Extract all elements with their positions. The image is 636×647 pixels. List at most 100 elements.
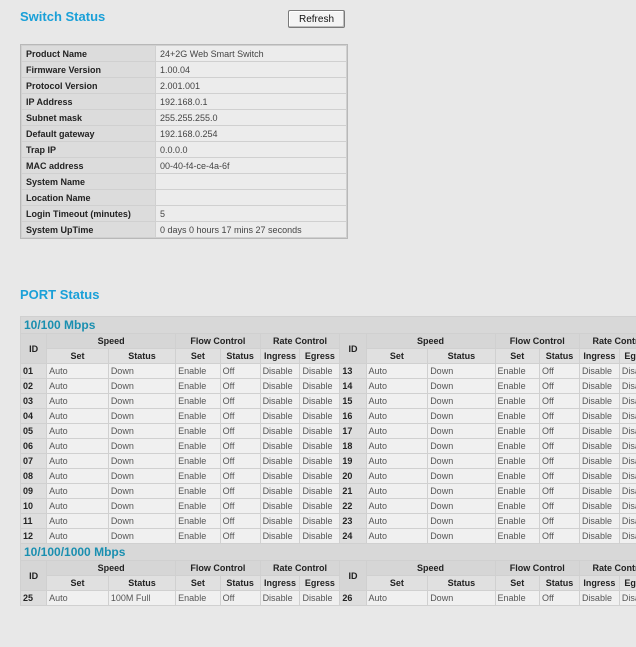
- flow-set-cell: Enable: [495, 591, 540, 605]
- port-id: 07: [21, 454, 47, 468]
- speed-set-cell: Auto: [366, 499, 428, 513]
- flow-status-cell: Off: [540, 409, 579, 423]
- speed-status-cell: Down: [428, 424, 495, 438]
- speed-set-cell: Auto: [47, 591, 108, 605]
- info-row: MAC address 00-40-f4-ce-4a-6f: [22, 158, 346, 173]
- ingress-cell: Disable: [579, 499, 619, 513]
- port-id: 08: [21, 469, 47, 483]
- column-header-row: Set Status Set Status Ingress Egress Set Status…: [21, 349, 636, 363]
- port-status-panel: 10/100 Mbps ID Speed Flow Control Rate Contr…: [20, 316, 636, 606]
- info-value: 0.0.0.0: [156, 142, 346, 157]
- port-id: 15: [340, 394, 366, 408]
- info-label: Subnet mask: [22, 110, 155, 125]
- flow-set-header: Set: [495, 576, 540, 590]
- speed-status-cell: Down: [108, 379, 176, 393]
- info-row: Login Timeout (minutes) 5: [22, 206, 346, 221]
- info-row: Subnet mask 255.255.255.0: [22, 110, 346, 125]
- port-id: 02: [21, 379, 47, 393]
- flow-status-cell: Off: [540, 439, 579, 453]
- speed-set-header: Set: [47, 349, 108, 363]
- speed-header: Speed: [366, 334, 495, 348]
- speed-status-cell: Down: [108, 394, 176, 408]
- speed-status-header: Status: [108, 576, 176, 590]
- egress-cell: Disable: [619, 439, 636, 453]
- speed-set-cell: Auto: [366, 394, 428, 408]
- ingress-header: Ingress: [579, 349, 619, 363]
- flow-status-cell: Off: [220, 394, 260, 408]
- info-row: Product Name 24+2G Web Smart Switch: [22, 46, 346, 61]
- egress-cell: Disable: [619, 424, 636, 438]
- section-header-row: 10/100 Mbps: [21, 317, 636, 333]
- speed-set-cell: Auto: [366, 424, 428, 438]
- ingress-cell: Disable: [260, 439, 300, 453]
- ingress-cell: Disable: [260, 364, 300, 378]
- speed-header: Speed: [366, 561, 495, 575]
- speed-status-cell: Down: [428, 379, 495, 393]
- ingress-header: Ingress: [260, 349, 300, 363]
- flow-status-cell: Off: [220, 379, 260, 393]
- speed-status-cell: Down: [428, 499, 495, 513]
- port-id: 23: [340, 514, 366, 528]
- info-value: 192.168.0.254: [156, 126, 346, 141]
- speed-set-cell: Auto: [366, 379, 428, 393]
- flow-set-cell: Enable: [176, 454, 220, 468]
- speed-status-cell: Down: [428, 454, 495, 468]
- info-label: Default gateway: [22, 126, 155, 141]
- port-id: 14: [340, 379, 366, 393]
- egress-header: Egress: [300, 576, 340, 590]
- info-row: Firmware Version 1.00.04: [22, 62, 346, 77]
- info-row: Protocol Version 2.001.001: [22, 78, 346, 93]
- egress-cell: Disable: [300, 454, 340, 468]
- info-row: IP Address 192.168.0.1: [22, 94, 346, 109]
- speed-set-cell: Auto: [366, 454, 428, 468]
- egress-cell: Disable: [300, 514, 340, 528]
- info-label: Trap IP: [22, 142, 155, 157]
- port-id: 05: [21, 424, 47, 438]
- flow-set-cell: Enable: [176, 514, 220, 528]
- port-id: 06: [21, 439, 47, 453]
- info-value: 24+2G Web Smart Switch: [156, 46, 346, 61]
- refresh-button[interactable]: Refresh: [288, 10, 345, 28]
- ingress-cell: Disable: [579, 409, 619, 423]
- egress-cell: Disable: [619, 409, 636, 423]
- port-row: 03 Auto Down Enable Off Disable Disable 15 Auto D…: [21, 394, 636, 408]
- info-row: Default gateway 192.168.0.254: [22, 126, 346, 141]
- flow-status-header: Status: [220, 576, 260, 590]
- egress-cell: Disable: [300, 439, 340, 453]
- flow-set-cell: Enable: [176, 424, 220, 438]
- column-header-row: Set Status Set Status Ingress Egress Set Status…: [21, 576, 636, 590]
- speed-status-cell: Down: [428, 514, 495, 528]
- speed-set-cell: Auto: [47, 364, 108, 378]
- egress-cell: Disable: [300, 469, 340, 483]
- ingress-cell: Disable: [260, 529, 300, 543]
- speed-set-cell: Auto: [47, 424, 108, 438]
- speed-header: Speed: [47, 334, 176, 348]
- speed-status-cell: Down: [428, 591, 495, 605]
- section-header-row: 10/100/1000 Mbps: [21, 544, 636, 560]
- info-row: System Name: [22, 174, 346, 189]
- flow-set-cell: Enable: [495, 364, 540, 378]
- egress-cell: Disable: [300, 394, 340, 408]
- speed-set-cell: Auto: [47, 529, 108, 543]
- speed-set-cell: Auto: [366, 364, 428, 378]
- flow-status-cell: Off: [540, 591, 579, 605]
- flow-set-cell: Enable: [495, 409, 540, 423]
- rate-control-header: Rate Control: [260, 561, 340, 575]
- egress-cell: Disable: [619, 484, 636, 498]
- flow-status-header: Status: [220, 349, 260, 363]
- egress-cell: Disable: [300, 591, 340, 605]
- flow-status-cell: Off: [220, 439, 260, 453]
- info-value: 192.168.0.1: [156, 94, 346, 109]
- speed-set-cell: Auto: [47, 514, 108, 528]
- ingress-header: Ingress: [260, 576, 300, 590]
- port-id: 21: [340, 484, 366, 498]
- speed-status-cell: Down: [108, 484, 176, 498]
- rate-control-header: Rate Control: [579, 334, 636, 348]
- egress-cell: Disable: [619, 499, 636, 513]
- egress-cell: Disable: [619, 529, 636, 543]
- port-row: 01 Auto Down Enable Off Disable Disable 13 Auto D…: [21, 364, 636, 378]
- speed-set-cell: Auto: [366, 469, 428, 483]
- port-id: 13: [340, 364, 366, 378]
- ingress-cell: Disable: [579, 469, 619, 483]
- ingress-cell: Disable: [579, 364, 619, 378]
